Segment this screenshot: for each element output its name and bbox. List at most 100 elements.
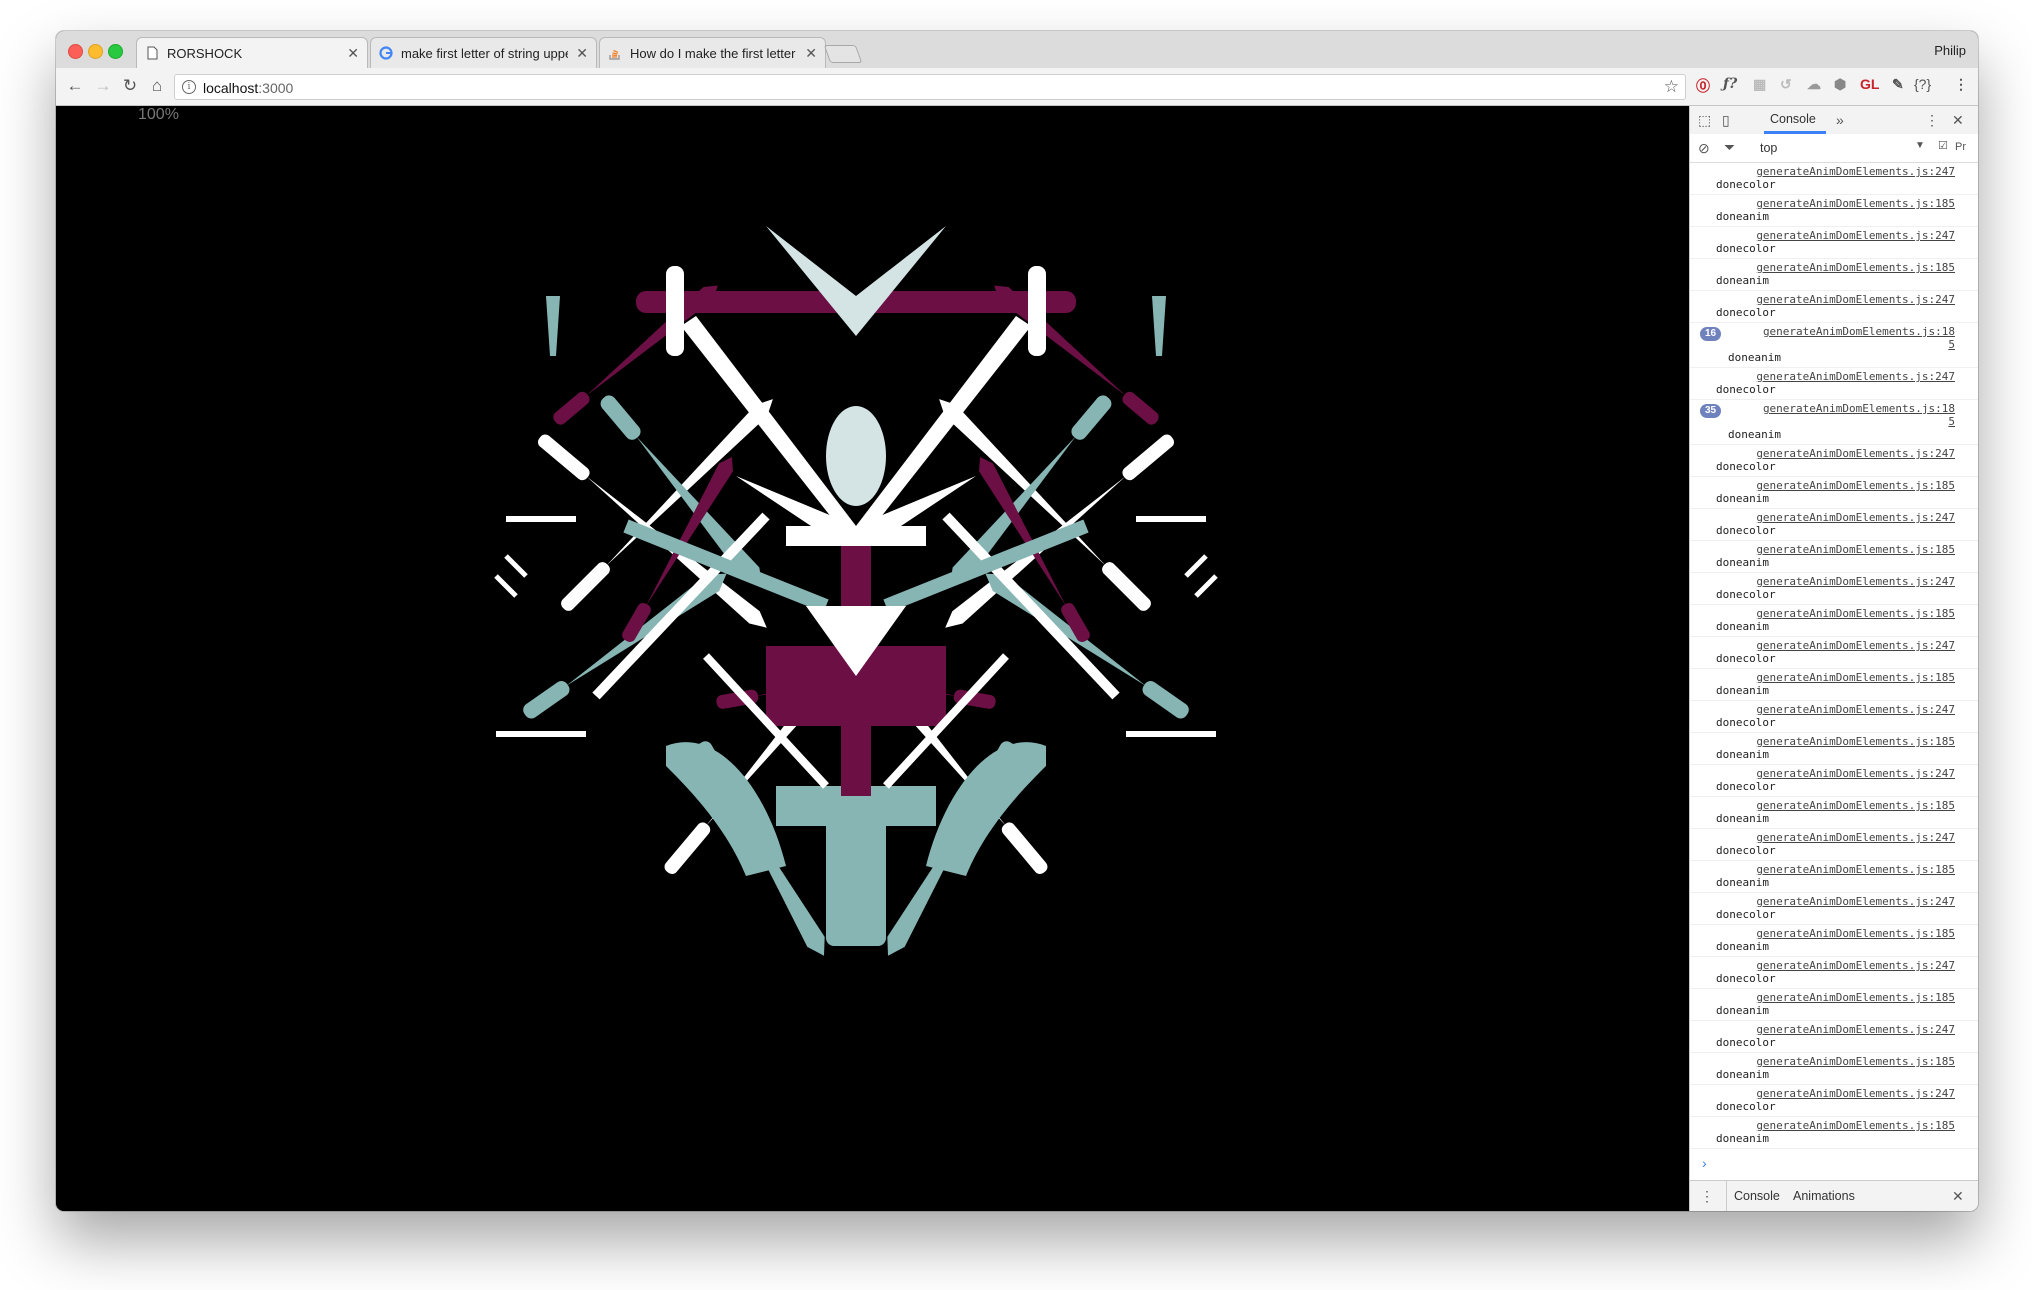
console-entry: generateAnimDomElements.js:247donecolor	[1690, 637, 1978, 669]
close-tab-icon[interactable]: ✕	[347, 45, 359, 62]
source-link[interactable]: generateAnimDomElements.js:185	[1716, 1117, 1955, 1132]
close-tab-icon[interactable]: ✕	[805, 45, 817, 62]
source-link[interactable]: generateAnimDomElements.js:18 5	[1716, 323, 1955, 351]
source-link[interactable]: generateAnimDomElements.js:18 5	[1716, 400, 1955, 428]
chevron-down-icon[interactable]: ▼	[1915, 140, 1925, 151]
source-link[interactable]: generateAnimDomElements.js:247	[1716, 637, 1955, 652]
log-message: doneanim	[1728, 351, 1781, 364]
bookmark-star-icon[interactable]: ☆	[1664, 77, 1679, 97]
menu-icon[interactable]: ⋮	[1954, 76, 1968, 93]
close-drawer-icon[interactable]: ✕	[1952, 1188, 1964, 1205]
devtools-drawer: ⋮ Console Animations ✕	[1690, 1180, 1978, 1211]
function-icon[interactable]: ƒ?	[1723, 76, 1737, 92]
refresh-ext-icon[interactable]: ↺	[1780, 76, 1792, 93]
back-icon[interactable]: ←	[64, 76, 86, 96]
tab-google-search[interactable]: make first letter of string uppe ✕	[370, 37, 597, 68]
stackoverflow-icon	[609, 49, 620, 60]
source-link[interactable]: generateAnimDomElements.js:185	[1716, 733, 1955, 748]
source-link[interactable]: generateAnimDomElements.js:185	[1716, 605, 1955, 620]
minimize-window-button[interactable]	[88, 44, 103, 59]
source-link[interactable]: generateAnimDomElements.js:247	[1716, 1149, 1955, 1153]
profile-name[interactable]: Philip	[1934, 43, 1966, 58]
console-prompt[interactable]: ›	[1702, 1155, 1707, 1171]
grid-icon[interactable]: ▦	[1753, 76, 1766, 93]
tab-rorshock[interactable]: RORSHOCK ✕	[136, 37, 368, 68]
console-log: generateAnimDomElements.js:247 donecolor g…	[1690, 163, 1978, 1153]
source-link[interactable]: generateAnimDomElements.js:185	[1716, 861, 1955, 876]
pinterest-icon[interactable]: ⓪	[1696, 76, 1710, 96]
console-entry: generateAnimDomElements.js:185 doneanim	[1690, 861, 1978, 893]
drawer-menu-icon[interactable]: ⋮	[1700, 1188, 1714, 1205]
tab-console[interactable]: Console	[1770, 112, 1816, 126]
source-link[interactable]: generateAnimDomElements.js:247	[1716, 163, 1955, 178]
source-link[interactable]: generateAnimDomElements.js:185	[1716, 797, 1955, 812]
inspect-icon[interactable]: ⬚	[1698, 112, 1711, 129]
filter-icon[interactable]: ⏷	[1724, 139, 1735, 156]
source-link[interactable]: generateAnimDomElements.js:185	[1716, 541, 1955, 556]
tab-stackoverflow[interactable]: How do I make the first letter o ✕	[599, 37, 826, 68]
log-message: doneanim	[1716, 1132, 1769, 1145]
tab-title: How do I make the first letter o	[630, 45, 798, 61]
source-link[interactable]: generateAnimDomElements.js:185	[1716, 195, 1955, 210]
preserve-log-checkbox[interactable]: ☑	[1938, 139, 1948, 152]
json-icon[interactable]: {?}	[1914, 76, 1931, 92]
log-message: donecolor	[1716, 524, 1776, 537]
console-entry: generateAnimDomElements.js:185 doneanim	[1690, 733, 1978, 765]
log-message: donecolor	[1716, 242, 1776, 255]
drawer-tab-animations[interactable]: Animations	[1793, 1189, 1855, 1203]
source-link[interactable]: generateAnimDomElements.js:247	[1716, 368, 1955, 383]
console-entry: generateAnimDomElements.js:247donecolor	[1690, 573, 1978, 605]
drawer-separator	[1726, 1181, 1727, 1211]
context-selector[interactable]: top	[1760, 141, 1777, 155]
console-entry: generateAnimDomElements.js:185 doneanim	[1690, 259, 1978, 291]
source-link[interactable]: generateAnimDomElements.js:247	[1716, 1021, 1955, 1036]
device-toggle-icon[interactable]: ▯	[1722, 112, 1730, 129]
source-link[interactable]: generateAnimDomElements.js:185	[1716, 477, 1955, 492]
tool-icon[interactable]: ✎	[1892, 76, 1904, 93]
url-text[interactable]: localhost:3000	[203, 80, 293, 96]
source-link[interactable]: generateAnimDomElements.js:247	[1716, 445, 1955, 460]
log-message: donecolor	[1716, 1100, 1776, 1113]
log-message: doneanim	[1716, 210, 1769, 223]
console-entry: 35 generateAnimDomElements.js:18 5 doneani…	[1690, 400, 1978, 445]
source-link[interactable]: generateAnimDomElements.js:247	[1716, 893, 1955, 908]
source-link[interactable]: generateAnimDomElements.js:247	[1716, 227, 1955, 242]
console-entry: generateAnimDomElements.js:185 doneanim	[1690, 195, 1978, 227]
close-tab-icon[interactable]: ✕	[576, 45, 588, 62]
source-link[interactable]: generateAnimDomElements.js:185	[1716, 669, 1955, 684]
zoom-window-button[interactable]	[108, 44, 123, 59]
cloud-icon[interactable]: ☁	[1807, 76, 1821, 93]
source-link[interactable]: generateAnimDomElements.js:247	[1716, 957, 1955, 972]
source-link[interactable]: generateAnimDomElements.js:247	[1716, 1085, 1955, 1100]
forward-icon[interactable]: →	[92, 76, 114, 96]
source-link[interactable]: generateAnimDomElements.js:185	[1716, 259, 1955, 274]
devtools-menu-icon[interactable]: ⋮	[1925, 112, 1939, 129]
source-link[interactable]: generateAnimDomElements.js:185	[1716, 1053, 1955, 1068]
log-message: donecolor	[1716, 588, 1776, 601]
home-icon[interactable]: ⌂	[146, 76, 168, 96]
source-link[interactable]: generateAnimDomElements.js:247	[1716, 701, 1955, 716]
new-tab-button[interactable]	[823, 45, 863, 63]
source-link[interactable]: generateAnimDomElements.js:247	[1716, 291, 1955, 306]
log-message: doneanim	[1716, 812, 1769, 825]
gl-icon[interactable]: GL	[1860, 76, 1879, 92]
console-entry: generateAnimDomElements.js:247donecolor	[1690, 957, 1978, 989]
close-window-button[interactable]	[68, 44, 83, 59]
source-link[interactable]: generateAnimDomElements.js:247	[1716, 509, 1955, 524]
log-message: doneanim	[1716, 876, 1769, 889]
drawer-tab-console[interactable]: Console	[1734, 1189, 1780, 1203]
close-devtools-icon[interactable]: ✕	[1952, 112, 1964, 129]
info-icon[interactable]: i	[182, 80, 196, 94]
source-link[interactable]: generateAnimDomElements.js:247	[1716, 573, 1955, 588]
source-link[interactable]: generateAnimDomElements.js:247	[1716, 829, 1955, 844]
source-link[interactable]: generateAnimDomElements.js:185	[1716, 925, 1955, 940]
hex-icon[interactable]: ⬢	[1834, 76, 1846, 93]
console-entry: generateAnimDomElements.js:247donecolor	[1690, 1149, 1978, 1153]
source-link[interactable]: generateAnimDomElements.js:247	[1716, 765, 1955, 780]
clear-console-icon[interactable]: ⊘	[1698, 140, 1710, 157]
reload-icon[interactable]: ↻	[119, 76, 141, 96]
log-message: doneanim	[1716, 1004, 1769, 1017]
address-bar[interactable]: i localhost:3000 ☆	[174, 74, 1686, 100]
source-link[interactable]: generateAnimDomElements.js:185	[1716, 989, 1955, 1004]
more-tabs-icon[interactable]: »	[1836, 112, 1844, 128]
